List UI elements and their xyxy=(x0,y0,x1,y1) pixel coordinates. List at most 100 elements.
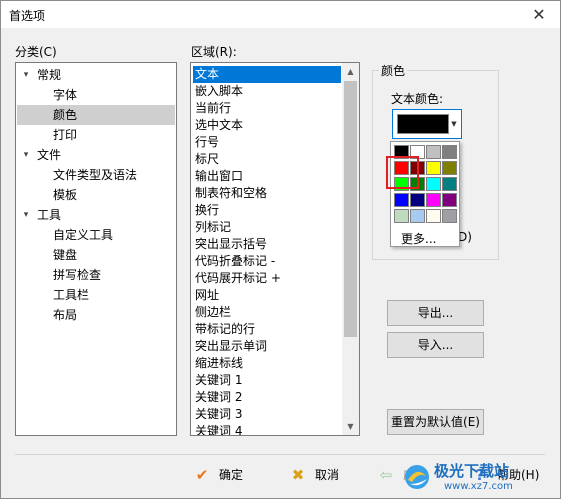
more-colors-button[interactable]: 更多... xyxy=(401,230,436,247)
tree-item-label: 颜色 xyxy=(53,108,78,122)
tree-item[interactable]: 文件类型及语法 xyxy=(17,165,175,185)
color-swatch[interactable] xyxy=(442,161,457,175)
tree-item-label: 模板 xyxy=(53,188,78,202)
region-list-item[interactable]: 制表符和空格 xyxy=(193,185,267,202)
watermark-title: 极光下载站 xyxy=(434,462,510,480)
tree-item-label: 打印 xyxy=(53,128,78,142)
region-label: 区域(R): xyxy=(191,45,237,59)
region-list-item[interactable]: 缩进标线 xyxy=(193,355,243,372)
tree-item-label: 工具 xyxy=(37,208,62,222)
color-swatch[interactable] xyxy=(426,145,441,159)
tree-item-label: 工具栏 xyxy=(53,288,90,302)
ok-label: 确定 xyxy=(219,468,244,482)
color-group-title: 颜色 xyxy=(379,62,408,79)
text-color-label: 文本颜色: xyxy=(391,92,444,106)
color-swatch[interactable] xyxy=(442,145,457,159)
partial-option-text: D) xyxy=(458,230,472,244)
watermark-logo: 极光下载站 www.xz7.com xyxy=(402,460,552,496)
region-list-item[interactable]: 输出窗口 xyxy=(193,168,243,185)
cancel-button[interactable]: ✖ 取消 xyxy=(289,462,339,488)
tree-item[interactable]: 拼写检查 xyxy=(17,265,175,285)
tree-item[interactable]: ▾ 文件 xyxy=(17,145,175,165)
expander-icon[interactable]: ▾ xyxy=(21,70,31,80)
region-list-item[interactable]: 代码折叠标记 - xyxy=(193,253,275,270)
apply-arrow-icon: ⇦ xyxy=(379,466,393,484)
preferences-dialog: 首选项 ✕ 分类(C) ▾ 常规 字体 颜色 打印 ▾ 文件 文件类型及语法 模板 ▾ 工具 自定义工… xyxy=(0,0,561,499)
close-icon[interactable]: ✕ xyxy=(524,1,554,28)
text-color-combo[interactable]: ▼ xyxy=(392,109,462,139)
checkmark-icon: ✔ xyxy=(195,466,209,484)
title-bar: 首选项 ✕ xyxy=(1,1,560,28)
export-button[interactable]: 导出... xyxy=(387,300,484,326)
tree-item-label: 常规 xyxy=(37,68,62,82)
color-swatch[interactable] xyxy=(410,193,425,207)
tree-item[interactable]: 字体 xyxy=(17,85,175,105)
color-swatch[interactable] xyxy=(442,209,457,223)
tree-item[interactable]: 键盘 xyxy=(17,245,175,265)
region-list-item[interactable]: 标尺 xyxy=(193,151,219,168)
current-color-swatch xyxy=(397,114,449,134)
category-tree[interactable]: ▾ 常规字体颜色打印 ▾ 文件文件类型及语法 模板 ▾ 工具自定义工具键盘拼写检查工具栏布局 xyxy=(15,62,177,436)
region-list-item[interactable]: 行号 xyxy=(193,134,219,151)
region-list-item[interactable]: 带标记的行 xyxy=(193,321,255,338)
cancel-label: 取消 xyxy=(315,468,340,482)
bottom-separator xyxy=(15,454,545,455)
region-list-item[interactable]: 换行 xyxy=(193,202,219,219)
tree-item[interactable]: 模板 xyxy=(17,185,175,205)
selection-highlight-box xyxy=(386,156,419,189)
tree-item-label: 布局 xyxy=(53,308,78,322)
color-swatch[interactable] xyxy=(426,177,441,191)
chevron-down-icon[interactable]: ▼ xyxy=(447,110,461,138)
tree-item[interactable]: ▾ 常规 xyxy=(17,65,175,85)
region-list-item[interactable]: 关键词 1 xyxy=(193,372,242,389)
reset-defaults-button[interactable]: 重置为默认值(E) xyxy=(387,409,484,435)
region-list-item[interactable]: 关键词 4 xyxy=(193,423,242,435)
color-swatch[interactable] xyxy=(410,209,425,223)
tree-item[interactable]: 自定义工具 xyxy=(17,225,175,245)
region-list-item[interactable]: 嵌入脚本 xyxy=(193,83,243,100)
scroll-up-icon[interactable]: ▲ xyxy=(342,63,359,80)
tree-item-label: 拼写检查 xyxy=(53,268,102,282)
region-list-item[interactable]: 突出显示单词 xyxy=(193,338,267,355)
color-swatch[interactable] xyxy=(394,209,409,223)
category-label: 分类(C) xyxy=(15,45,57,59)
region-list-item[interactable]: 当前行 xyxy=(193,100,231,117)
scroll-down-icon[interactable]: ▼ xyxy=(342,418,359,435)
color-swatch[interactable] xyxy=(426,193,441,207)
color-swatch[interactable] xyxy=(442,177,457,191)
region-list-item[interactable]: 代码展开标记 + xyxy=(193,270,281,287)
tree-item-label: 字体 xyxy=(53,88,78,102)
tree-item[interactable]: 工具栏 xyxy=(17,285,175,305)
color-swatch[interactable] xyxy=(394,193,409,207)
region-list-item[interactable]: 侧边栏 xyxy=(193,304,231,321)
expander-icon[interactable]: ▾ xyxy=(21,150,31,160)
region-list-item[interactable]: 网址 xyxy=(193,287,219,304)
scroll-thumb[interactable] xyxy=(344,81,357,337)
tree-item-label: 自定义工具 xyxy=(53,228,114,242)
watermark-swirl-icon xyxy=(405,465,429,489)
tree-item[interactable]: 布局 xyxy=(17,305,175,325)
color-swatch[interactable] xyxy=(426,209,441,223)
tree-item-label: 文件类型及语法 xyxy=(53,168,138,182)
region-list[interactable]: ▲ ▼ 文本 嵌入脚本 当前行 选中文本 行号 标尺 输出窗口 制表符和空格 换行 列标记 突出显示… xyxy=(190,62,360,436)
import-button[interactable]: 导入... xyxy=(387,332,484,358)
window-title: 首选项 xyxy=(9,9,46,23)
ok-button[interactable]: ✔ 确定 xyxy=(193,462,243,488)
region-list-item[interactable]: 列标记 xyxy=(193,219,231,236)
tree-item[interactable]: 打印 xyxy=(17,125,175,145)
expander-icon[interactable]: ▾ xyxy=(21,210,31,220)
cancel-x-icon: ✖ xyxy=(291,466,305,484)
watermark-url: www.xz7.com xyxy=(444,481,513,492)
region-list-item[interactable]: 关键词 2 xyxy=(193,389,242,406)
region-list-item[interactable]: 关键词 3 xyxy=(193,406,242,423)
color-swatch[interactable] xyxy=(426,161,441,175)
tree-item-label: 文件 xyxy=(37,148,62,162)
tree-item[interactable]: 颜色 xyxy=(17,105,175,125)
region-list-item[interactable]: 突出显示括号 xyxy=(193,236,267,253)
region-scrollbar[interactable]: ▲ ▼ xyxy=(342,63,359,435)
region-list-item[interactable]: 选中文本 xyxy=(193,117,243,134)
tree-item-label: 键盘 xyxy=(53,248,78,262)
tree-item[interactable]: ▾ 工具 xyxy=(17,205,175,225)
region-list-item[interactable]: 文本 xyxy=(193,66,341,83)
color-swatch[interactable] xyxy=(442,193,457,207)
